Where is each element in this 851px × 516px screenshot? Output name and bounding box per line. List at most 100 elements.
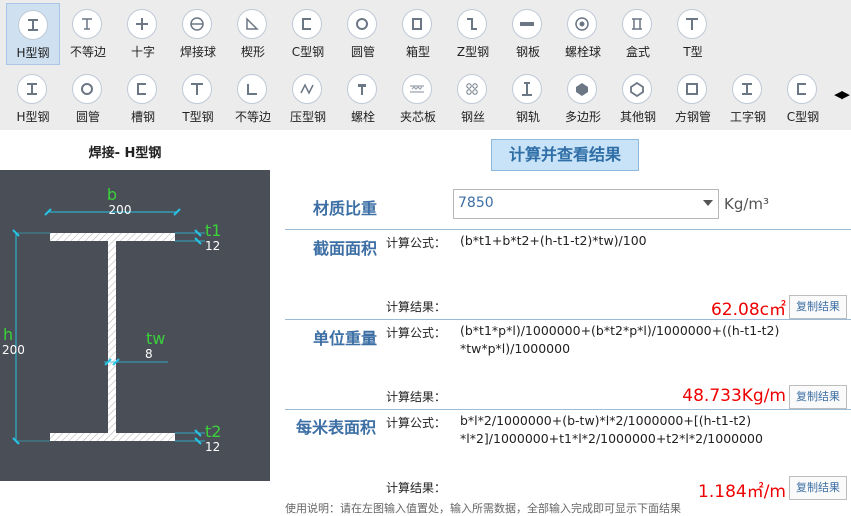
toolbar-item-bolt[interactable]: 螺栓 — [336, 68, 390, 130]
t2-label: t2 — [205, 422, 221, 441]
profiled-steel-icon — [292, 74, 322, 104]
tw-value[interactable]: 8 — [145, 347, 153, 361]
box-type-icon — [622, 9, 652, 39]
density-unit: Kg/m³ — [724, 195, 770, 213]
c-channel-icon — [292, 9, 322, 39]
toolbar-item-profiled-steel[interactable]: 压型钢 — [281, 68, 335, 130]
h-beam-diagram: b 200 h 200 t1 12 t2 12 tw 8 — [0, 170, 270, 481]
area-result: 62.08c㎡ — [710, 300, 786, 320]
result-label: 计算结果： — [386, 390, 447, 404]
result-label: 计算结果： — [386, 481, 447, 495]
unequal-angle-t-icon — [72, 9, 102, 39]
i-beam-icon — [732, 74, 762, 104]
toolbar-item-unequal-angle[interactable]: 不等边 — [226, 68, 280, 130]
toolbar-item-label: T型 — [683, 45, 703, 59]
toolbar-row-2: H型钢 圆管 槽钢 T型钢 不等边 压型钢 螺栓 夹芯板 钢丝 钢轨 多边形 其他钢 方钢管 工字钢 C型钢 — [0, 68, 830, 131]
toolbar-item-box-type[interactable]: 盒式 — [611, 3, 665, 65]
toolbar-item-polygon[interactable]: 多边形 — [556, 68, 610, 130]
tw-label: tw — [146, 329, 165, 348]
h-beam-icon — [17, 74, 47, 104]
density-select[interactable]: 7850 — [453, 189, 719, 219]
t-section-icon — [182, 74, 212, 104]
toolbar-item-steel-wire[interactable]: 钢丝 — [446, 68, 500, 130]
copy-area-button[interactable]: 复制结果 — [789, 295, 847, 319]
toolbar-item-other-steel[interactable]: 其他钢 — [611, 68, 665, 130]
section-surface-title: 每米表面积 — [296, 418, 377, 437]
t2-value[interactable]: 12 — [205, 440, 220, 454]
section-divider — [285, 319, 851, 320]
t1-value[interactable]: 12 — [205, 239, 220, 253]
calculate-button[interactable]: 计算并查看结果 — [491, 139, 639, 171]
channel-icon — [127, 74, 157, 104]
toolbar-item-t-section[interactable]: T型钢 — [171, 68, 225, 130]
toolbar-item-cross[interactable]: 十字 — [116, 3, 170, 65]
web — [108, 241, 116, 433]
toolbar-scroll-arrows[interactable]: ◀▶ — [834, 88, 850, 101]
toolbar-item-bolt-ball[interactable]: 螺栓球 — [556, 3, 610, 65]
toolbar-item-h-beam[interactable]: H型钢 — [6, 68, 60, 130]
dropdown-arrow-icon[interactable] — [703, 200, 713, 206]
z-section-icon — [457, 9, 487, 39]
h-value[interactable]: 200 — [2, 343, 25, 357]
bottom-flange — [50, 433, 175, 441]
toolbar-item-channel[interactable]: 槽钢 — [116, 68, 170, 130]
usage-note: 使用说明：请在左图输入值置处，输入所需数据，全部输入完成即可显示下面结果 — [285, 502, 681, 515]
square-tube-icon — [677, 74, 707, 104]
toolbar-item-label: C型钢 — [786, 110, 820, 124]
t1-label: t1 — [205, 221, 221, 240]
area-formula: (b*t1+b*t2+(h-t1-t2)*tw)/100 — [460, 233, 647, 248]
toolbar-item-rail[interactable]: 钢轨 — [501, 68, 555, 130]
toolbar-item-wedge[interactable]: 楔形 — [226, 3, 280, 65]
toolbar-item-welded-ball[interactable]: 焊接球 — [171, 3, 225, 65]
sandwich-panel-icon — [402, 74, 432, 104]
steel-plate-icon — [512, 9, 542, 39]
section-area-title: 截面面积 — [313, 239, 378, 258]
toolbar-item-box-section[interactable]: 箱型 — [391, 3, 445, 65]
section-weight-title: 单位重量 — [313, 329, 378, 348]
h-beam-icon — [18, 10, 48, 40]
toolbar-item-i-beam[interactable]: 工字钢 — [721, 68, 775, 130]
result-label: 计算结果： — [386, 300, 447, 314]
polygon-icon — [567, 74, 597, 104]
toolbar-item-c-channel[interactable]: C型钢 — [776, 68, 830, 130]
shape-title: 焊接- H型钢 — [88, 146, 162, 161]
bolt-ball-icon — [567, 9, 597, 39]
shape-toolbar: H型钢 不等边 十字 焊接球 楔形 C型钢 圆管 箱型 Z型钢 钢板 螺栓球 盒式 T型 H型钢 圆管 槽钢… — [0, 0, 851, 130]
surface-formula: b*l*2/1000000+(b-tw)*l*2/1000000+[(h-t1-… — [460, 413, 763, 446]
box-section-icon — [402, 9, 432, 39]
toolbar-item-round-tube[interactable]: 圆管 — [336, 3, 390, 65]
density-label: 材质比重 — [313, 199, 378, 218]
toolbar-item-h-beam[interactable]: H型钢 — [6, 3, 60, 65]
copy-weight-button[interactable]: 复制结果 — [789, 385, 847, 409]
toolbar-item-z-section[interactable]: Z型钢 — [446, 3, 500, 65]
copy-surface-button[interactable]: 复制结果 — [789, 476, 847, 500]
other-steel-icon — [622, 74, 652, 104]
t-section-icon — [677, 9, 707, 39]
toolbar-item-square-tube[interactable]: 方钢管 — [666, 68, 720, 130]
weight-result: 48.733Kg/m — [682, 386, 786, 406]
section-divider — [285, 229, 851, 230]
b-value[interactable]: 200 — [109, 203, 132, 217]
toolbar-item-t-section[interactable]: T型 — [666, 3, 720, 65]
b-label: b — [107, 185, 117, 204]
surface-result: 1.184㎡/m — [698, 482, 786, 502]
toolbar-item-round-tube[interactable]: 圆管 — [61, 68, 115, 130]
top-flange — [50, 233, 175, 241]
toolbar-item-sandwich-panel[interactable]: 夹芯板 — [391, 68, 445, 130]
density-value: 7850 — [458, 195, 494, 211]
formula-label: 计算公式： — [386, 326, 447, 340]
h-beam-drawing: b 200 h 200 t1 12 t2 12 tw 8 — [2, 185, 221, 454]
formula-label: 计算公式： — [386, 416, 447, 430]
rail-icon — [512, 74, 542, 104]
h-label: h — [3, 325, 13, 344]
toolbar-row-1: H型钢 不等边 十字 焊接球 楔形 C型钢 圆管 箱型 Z型钢 钢板 螺栓球 盒式 T型 — [0, 3, 830, 66]
cross-icon — [127, 9, 157, 39]
section-divider — [285, 409, 851, 410]
toolbar-item-unequal-angle-t[interactable]: 不等边 — [61, 3, 115, 65]
toolbar-item-c-channel[interactable]: C型钢 — [281, 3, 335, 65]
formula-label: 计算公式： — [386, 236, 447, 250]
welded-ball-icon — [182, 9, 212, 39]
round-tube-icon — [347, 9, 377, 39]
bolt-icon — [347, 74, 377, 104]
toolbar-item-steel-plate[interactable]: 钢板 — [501, 3, 555, 65]
